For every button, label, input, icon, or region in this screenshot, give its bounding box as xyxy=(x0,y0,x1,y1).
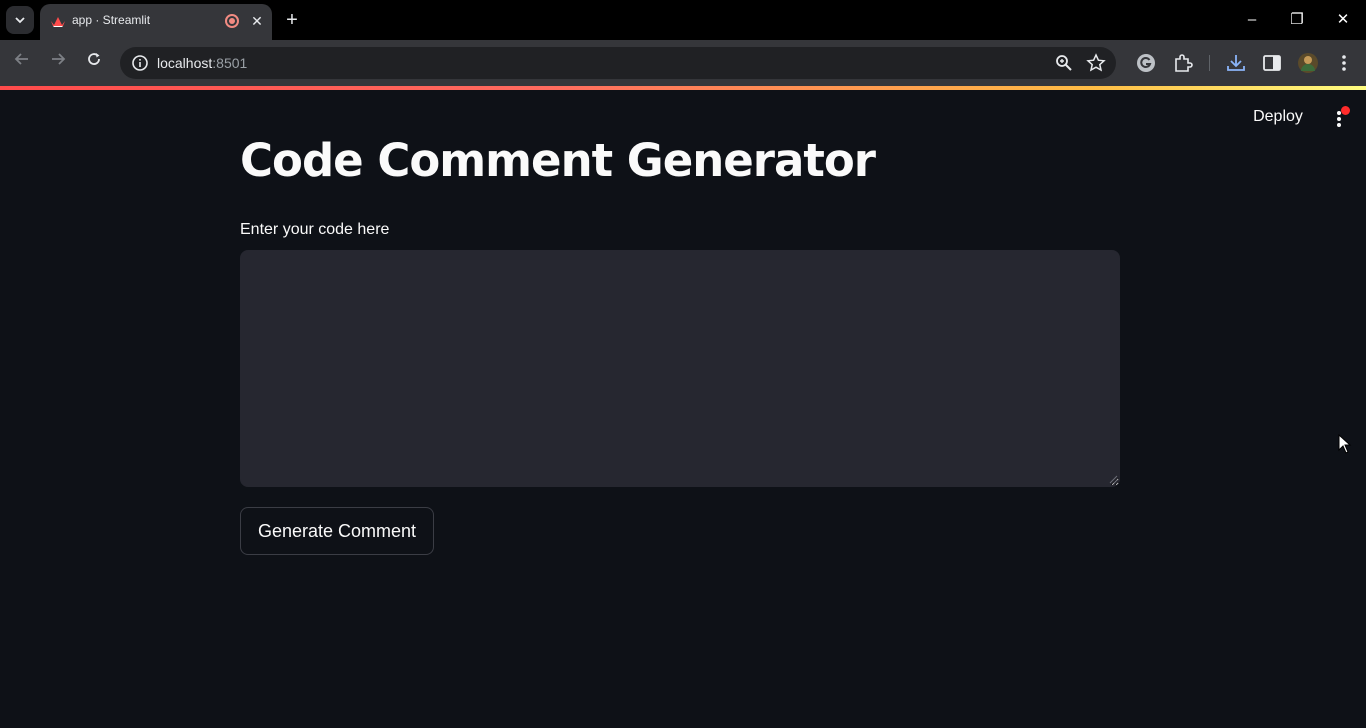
download-icon[interactable] xyxy=(1225,52,1247,74)
tab-title: app · Streamlit xyxy=(72,13,151,27)
bookmark-star-icon[interactable] xyxy=(1086,53,1106,73)
notification-dot xyxy=(1341,106,1350,115)
resize-handle-icon[interactable] xyxy=(1108,474,1118,484)
main-menu-button[interactable] xyxy=(1328,104,1350,132)
deploy-button[interactable]: Deploy xyxy=(1238,101,1318,133)
toolbar-separator xyxy=(1209,55,1210,71)
browser-toolbar: localhost:8501 xyxy=(0,40,1366,86)
site-info-icon[interactable] xyxy=(130,53,150,73)
url-text: localhost:8501 xyxy=(157,55,247,71)
reload-button[interactable] xyxy=(82,51,106,75)
code-input[interactable] xyxy=(240,250,1120,487)
tab-close-icon[interactable]: ✕ xyxy=(248,12,266,30)
page-title: Code Comment Generator xyxy=(240,134,876,187)
browser-menu-icon[interactable] xyxy=(1333,52,1355,74)
profile-avatar-icon[interactable] xyxy=(1297,52,1319,74)
address-bar[interactable]: localhost:8501 xyxy=(120,47,1116,79)
generate-comment-button[interactable]: Generate Comment xyxy=(240,507,434,555)
url-host: localhost xyxy=(157,55,213,71)
extensions-puzzle-icon[interactable] xyxy=(1172,52,1194,74)
side-panel-icon[interactable] xyxy=(1261,52,1283,74)
streamlit-logo-icon xyxy=(51,17,65,27)
kebab-menu-dot xyxy=(1337,123,1341,127)
back-button[interactable] xyxy=(10,51,34,75)
url-port: :8501 xyxy=(212,55,248,71)
code-input-label: Enter your code here xyxy=(240,221,390,238)
forward-button[interactable] xyxy=(46,51,70,75)
zoom-icon[interactable] xyxy=(1054,53,1074,73)
browser-titlebar: app · Streamlit ✕ + – ❐ ✕ xyxy=(0,0,1366,40)
kebab-menu-dot xyxy=(1337,117,1341,121)
tab-search-button[interactable] xyxy=(6,6,34,34)
arrow-right-icon xyxy=(52,53,66,65)
new-tab-button[interactable]: + xyxy=(280,8,304,32)
reload-icon xyxy=(88,53,100,65)
mouse-cursor-icon xyxy=(1338,434,1352,454)
chevron-down-icon xyxy=(15,17,25,24)
window-close-button[interactable]: ✕ xyxy=(1331,8,1355,32)
minimize-button[interactable]: – xyxy=(1240,8,1264,32)
grammarly-extension-icon[interactable] xyxy=(1135,52,1157,74)
restore-button[interactable]: ❐ xyxy=(1285,8,1309,32)
browser-tab-active[interactable]: app · Streamlit ✕ xyxy=(40,4,272,40)
recording-indicator-icon xyxy=(225,14,239,28)
streamlit-app: Deploy Code Comment Generator Enter your… xyxy=(0,90,1366,728)
arrow-left-icon xyxy=(14,53,28,65)
